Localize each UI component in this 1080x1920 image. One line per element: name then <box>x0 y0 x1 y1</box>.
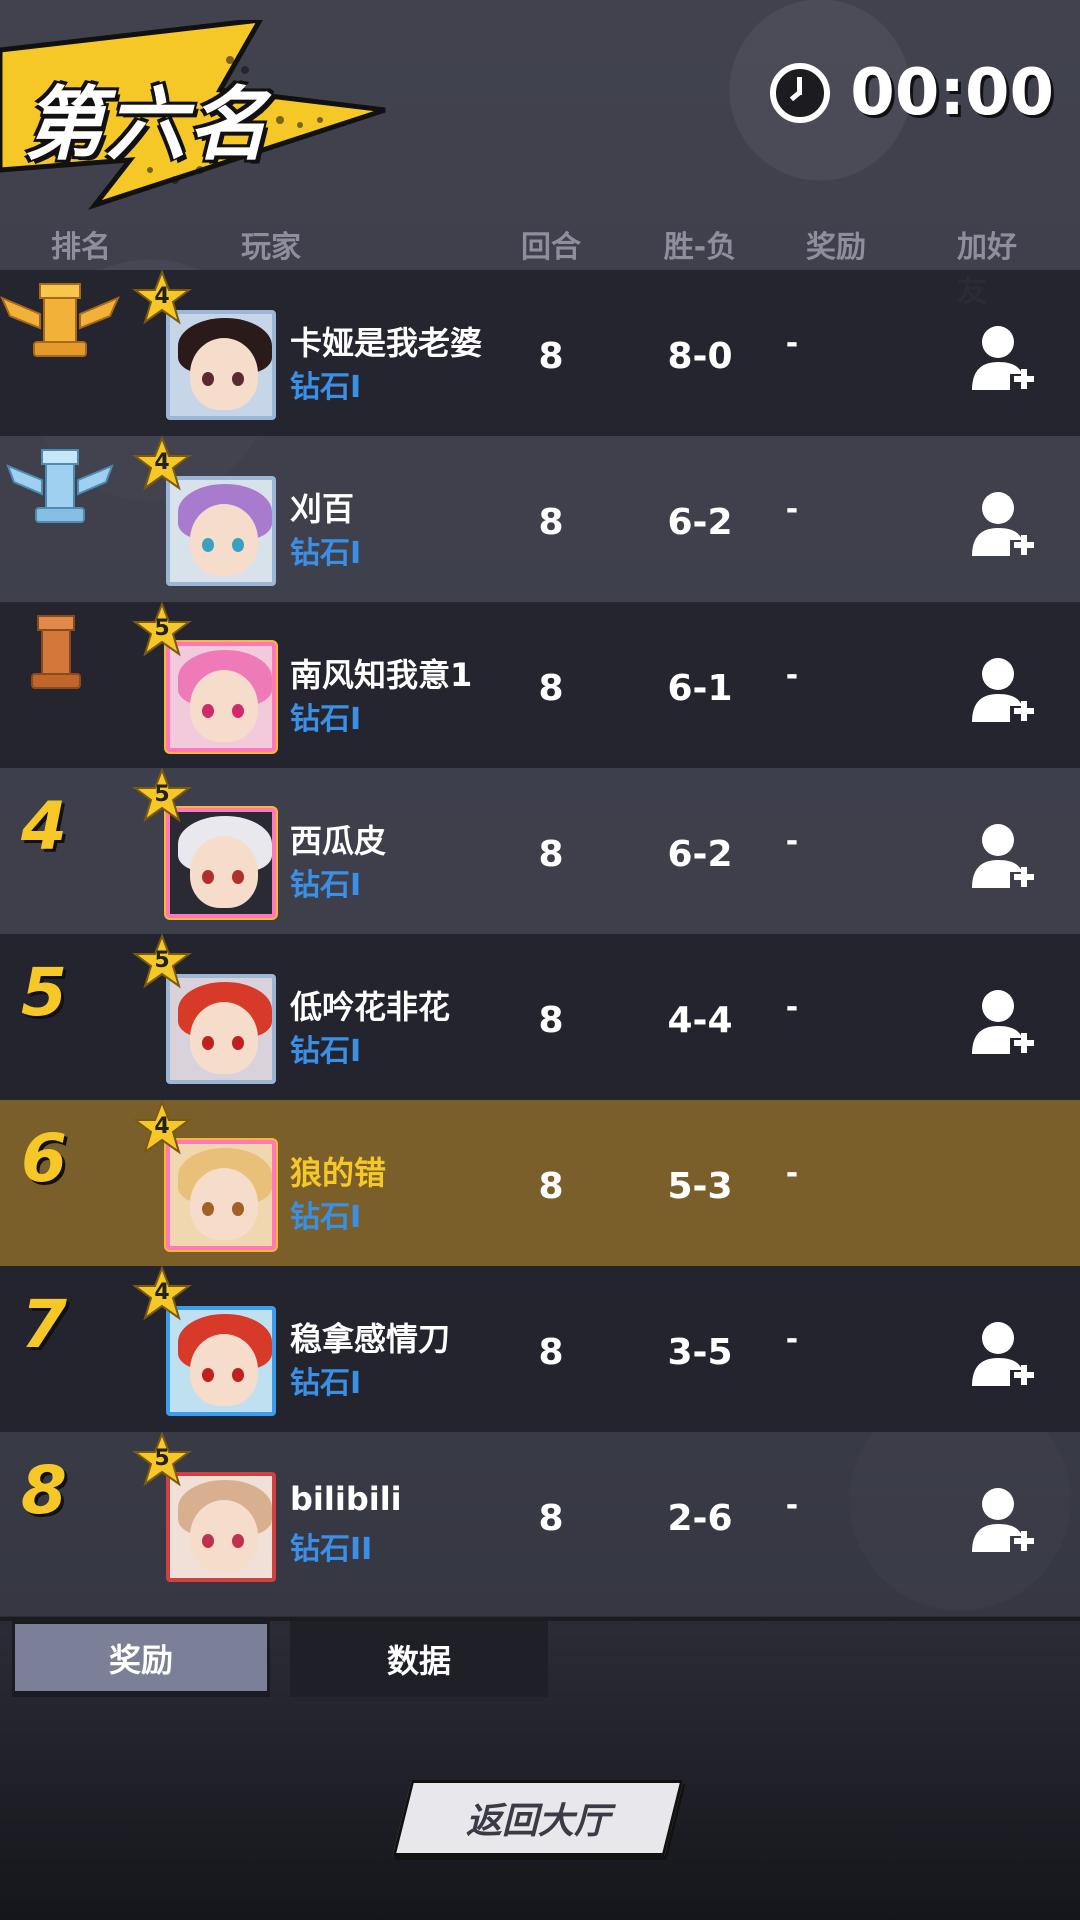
add-friend-icon[interactable] <box>970 1318 1036 1390</box>
reward-value: - <box>785 1488 799 1523</box>
star-level: 4 <box>154 450 170 475</box>
player-name: 稳拿感情刀 <box>290 1320 451 1358</box>
rounds-value: 8 <box>538 1000 564 1041</box>
player-tier: 钻石I <box>290 702 362 737</box>
player-tier: 钻石I <box>290 1200 362 1235</box>
player-name: 西瓜皮 <box>290 822 387 860</box>
clock-icon <box>770 63 831 123</box>
win-loss-value: 6-2 <box>667 502 733 543</box>
player-avatar[interactable]: 5 <box>132 934 276 1084</box>
player-avatar[interactable]: 5 <box>132 602 276 752</box>
player-name: bilibili <box>290 1480 402 1518</box>
player-tier: 钻石I <box>290 370 362 405</box>
player-name: 卡娅是我老婆 <box>290 324 483 362</box>
star-level: 5 <box>154 782 170 807</box>
rounds-value: 8 <box>538 336 564 377</box>
reward-value: - <box>785 990 799 1025</box>
win-loss-value: 8-0 <box>667 336 733 377</box>
player-tier: 钻石I <box>290 1034 362 1069</box>
reward-value: - <box>785 1322 799 1357</box>
reward-value: - <box>785 492 799 527</box>
win-loss-value: 6-1 <box>667 668 733 709</box>
reward-value: - <box>785 824 799 859</box>
table-row: 4 刈百 钻石I 8 6-2 - <box>0 436 1080 602</box>
add-friend-icon[interactable] <box>970 488 1036 560</box>
standings-table: 4 卡娅是我老婆 钻石I 8 8-0 - 4 刈百 钻石I 8 6-2 - 5 … <box>0 270 1080 1616</box>
timer: 00:00 <box>770 56 1054 130</box>
reward-value: - <box>785 658 799 693</box>
player-avatar[interactable]: 4 <box>132 270 276 420</box>
player-name: 低吟花非花 <box>290 988 451 1026</box>
star-level: 4 <box>154 1280 170 1305</box>
player-tier: 钻石I <box>290 536 362 571</box>
rounds-value: 8 <box>538 502 564 543</box>
column-headers: 排名 玩家 回合 胜-负 奖励 加好友 <box>0 222 1080 309</box>
table-row: 5 南风知我意1 钻石I 8 6-1 - <box>0 602 1080 768</box>
rounds-value: 8 <box>538 668 564 709</box>
star-level: 5 <box>154 1446 170 1471</box>
rounds-value: 8 <box>538 1166 564 1207</box>
add-friend-icon[interactable] <box>970 1484 1036 1556</box>
player-name: 南风知我意1 <box>290 656 473 694</box>
button-label: 返回大厅 <box>465 1801 610 1842</box>
reward-value: - <box>785 326 799 361</box>
player-avatar[interactable]: 4 <box>132 1266 276 1416</box>
rank-number: 6 <box>21 1120 67 1197</box>
win-loss-value: 6-2 <box>667 834 733 875</box>
return-to-lobby-button[interactable]: 返回大厅 <box>392 1780 684 1856</box>
player-tier: 钻石I <box>290 1366 362 1401</box>
column-header-player: 玩家 <box>241 230 301 265</box>
add-friend-icon[interactable] <box>970 322 1036 394</box>
silver-rook-trophy-icon <box>6 449 114 523</box>
star-level: 5 <box>154 948 170 973</box>
star-level: 4 <box>154 284 170 309</box>
star-level: 4 <box>154 1114 170 1139</box>
column-header-rank: 排名 <box>51 230 111 265</box>
player-avatar[interactable]: 5 <box>132 768 276 918</box>
player-name: 刈百 <box>290 490 355 528</box>
placement-title: 第六名 <box>24 78 270 171</box>
table-row: 8 5 bilibili 钻石II 8 2-6 - <box>0 1432 1080 1616</box>
player-avatar[interactable]: 4 <box>132 1100 276 1250</box>
column-header-record: 胜-负 <box>663 230 737 265</box>
column-header-reward: 奖励 <box>806 230 866 265</box>
add-friend-icon[interactable] <box>970 820 1036 892</box>
rank-number: 4 <box>21 788 67 865</box>
player-tier: 钻石I <box>290 868 362 903</box>
rank-number: 7 <box>21 1286 67 1363</box>
win-loss-value: 5-3 <box>667 1166 733 1207</box>
player-tier: 钻石II <box>290 1532 373 1567</box>
table-row: 5 5 低吟花非花 钻石I 8 4-4 - <box>0 934 1080 1100</box>
player-avatar[interactable]: 5 <box>132 1432 276 1582</box>
reward-value: - <box>785 1156 799 1191</box>
column-header-rounds: 回合 <box>521 230 581 265</box>
win-loss-value: 2-6 <box>667 1498 733 1539</box>
gold-rook-trophy-icon <box>0 283 120 357</box>
rounds-value: 8 <box>538 1332 564 1373</box>
rank-number: 5 <box>21 954 67 1031</box>
win-loss-value: 4-4 <box>667 1000 733 1041</box>
table-row-self: 6 4 狼的错 钻石I 8 5-3 - <box>0 1100 1080 1266</box>
bottom-tabs: 奖励 数据 <box>0 1617 1080 1697</box>
add-friend-icon[interactable] <box>970 654 1036 726</box>
table-row: 7 4 稳拿感情刀 钻石I 8 3-5 - <box>0 1266 1080 1432</box>
rounds-value: 8 <box>538 834 564 875</box>
add-friend-icon[interactable] <box>970 986 1036 1058</box>
timer-value: 00:00 <box>850 56 1054 130</box>
player-name: 狼的错 <box>290 1154 387 1192</box>
player-avatar[interactable]: 4 <box>132 436 276 586</box>
rank-number: 8 <box>21 1452 67 1529</box>
tab-stats[interactable]: 数据 <box>290 1621 548 1697</box>
table-row: 4 5 西瓜皮 钻石I 8 6-2 - <box>0 768 1080 934</box>
bronze-rook-trophy-icon <box>31 615 81 689</box>
rounds-value: 8 <box>538 1498 564 1539</box>
table-row: 4 卡娅是我老婆 钻石I 8 8-0 - <box>0 270 1080 436</box>
star-level: 5 <box>154 616 170 641</box>
win-loss-value: 3-5 <box>667 1332 733 1373</box>
tab-rewards[interactable]: 奖励 <box>12 1621 270 1697</box>
